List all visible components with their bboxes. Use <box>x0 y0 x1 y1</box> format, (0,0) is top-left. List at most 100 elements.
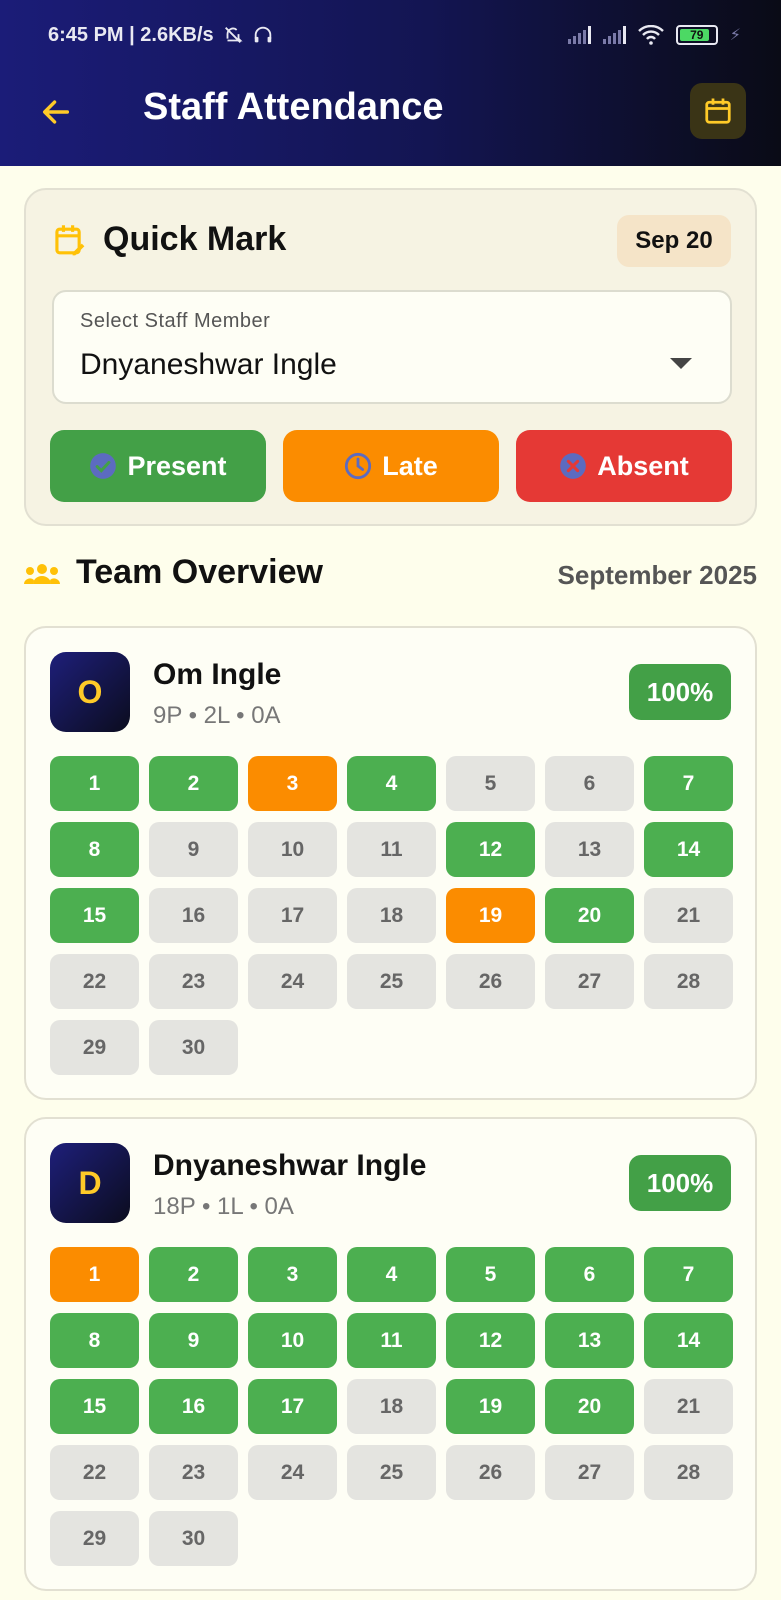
check-circle-icon <box>90 453 117 479</box>
day-cell-none[interactable]: 13 <box>545 822 634 877</box>
headphones-icon <box>254 26 271 43</box>
day-cell-present[interactable]: 2 <box>149 1247 238 1302</box>
day-cell-present[interactable]: 5 <box>446 1247 535 1302</box>
day-cell-none[interactable]: 24 <box>248 1445 337 1500</box>
attendance-grid: 1 2 3 4 5 6 7 8 9 10 11 12 13 14 15 16 17 18 19 20 21 22 23 24 2… <box>50 1247 733 1566</box>
day-cell-late[interactable]: 1 <box>50 1247 139 1302</box>
app-header: 6:45 PM | 2.6KB/s 79 ⚡ Staff Attendance <box>0 0 781 166</box>
day-cell-present[interactable]: 17 <box>248 1379 337 1434</box>
day-cell-present[interactable]: 10 <box>248 1313 337 1368</box>
date-badge: Sep 20 <box>617 215 731 267</box>
day-cell-present[interactable]: 3 <box>248 1247 337 1302</box>
day-cell-present[interactable]: 15 <box>50 1379 139 1434</box>
staff-name: Dnyaneshwar Ingle <box>153 1149 427 1182</box>
day-cell-none[interactable]: 27 <box>545 1445 634 1500</box>
day-cell-none[interactable]: 6 <box>545 756 634 811</box>
day-cell-none[interactable]: 23 <box>149 954 238 1009</box>
day-cell-present[interactable]: 1 <box>50 756 139 811</box>
mark-present-label: Present <box>127 450 227 481</box>
attendance-percent-badge: 100% <box>629 664 731 720</box>
staff-summary: 18P • 1L • 0A <box>153 1193 294 1220</box>
mark-late-button[interactable]: Late <box>283 430 499 502</box>
day-cell-none[interactable]: 18 <box>347 888 436 943</box>
day-cell-none[interactable]: 5 <box>446 756 535 811</box>
mute-bell-icon <box>224 27 243 43</box>
day-cell-none[interactable]: 28 <box>644 1445 733 1500</box>
day-cell-present[interactable]: 2 <box>149 756 238 811</box>
day-cell-present[interactable]: 7 <box>644 756 733 811</box>
mark-absent-label: Absent <box>597 450 689 481</box>
wifi-icon <box>637 25 664 45</box>
day-cell-none[interactable]: 21 <box>644 1379 733 1434</box>
mark-late-label: Late <box>382 450 438 481</box>
day-cell-none[interactable]: 10 <box>248 822 337 877</box>
day-cell-none[interactable]: 24 <box>248 954 337 1009</box>
page-title: Staff Attendance <box>143 86 444 128</box>
quick-mark-card: Quick Mark Sep 20 Select Staff Member Dn… <box>24 188 757 526</box>
day-cell-none[interactable]: 23 <box>149 1445 238 1500</box>
attendance-percent-badge: 100% <box>629 1155 731 1211</box>
dropdown-caret-icon <box>670 358 692 369</box>
day-cell-present[interactable]: 8 <box>50 822 139 877</box>
staff-summary: 9P • 2L • 0A <box>153 702 281 729</box>
day-cell-present[interactable]: 11 <box>347 1313 436 1368</box>
day-cell-none[interactable]: 22 <box>50 1445 139 1500</box>
day-cell-present[interactable]: 9 <box>149 1313 238 1368</box>
day-cell-none[interactable]: 9 <box>149 822 238 877</box>
mark-absent-button[interactable]: Absent <box>516 430 732 502</box>
day-cell-none[interactable]: 21 <box>644 888 733 943</box>
day-cell-none[interactable]: 26 <box>446 954 535 1009</box>
day-cell-present[interactable]: 16 <box>149 1379 238 1434</box>
day-cell-none[interactable]: 18 <box>347 1379 436 1434</box>
day-cell-none[interactable]: 28 <box>644 954 733 1009</box>
day-cell-none[interactable]: 17 <box>248 888 337 943</box>
staff-card: D Dnyaneshwar Ingle 18P • 1L • 0A 100% 1… <box>24 1117 757 1591</box>
staff-select[interactable]: Select Staff Member Dnyaneshwar Ingle <box>52 290 732 404</box>
cancel-circle-icon <box>560 453 587 479</box>
arrow-left-icon <box>42 100 70 124</box>
status-bar: 6:45 PM | 2.6KB/s 79 ⚡ <box>48 22 741 48</box>
mark-present-button[interactable]: Present <box>50 430 266 502</box>
day-cell-present[interactable]: 13 <box>545 1313 634 1368</box>
day-cell-present[interactable]: 7 <box>644 1247 733 1302</box>
day-cell-none[interactable]: 25 <box>347 954 436 1009</box>
day-cell-none[interactable]: 26 <box>446 1445 535 1500</box>
day-cell-none[interactable]: 29 <box>50 1511 139 1566</box>
staff-select-value: Dnyaneshwar Ingle <box>80 348 337 381</box>
charging-icon: ⚡ <box>729 27 741 44</box>
day-cell-none[interactable]: 30 <box>149 1020 238 1075</box>
signal-icon <box>567 26 591 44</box>
avatar: O <box>50 652 130 732</box>
day-cell-present[interactable]: 15 <box>50 888 139 943</box>
day-cell-present[interactable]: 20 <box>545 888 634 943</box>
day-cell-present[interactable]: 4 <box>347 756 436 811</box>
calendar-button[interactable] <box>690 83 746 139</box>
staff-name: Om Ingle <box>153 658 282 691</box>
day-cell-none[interactable]: 22 <box>50 954 139 1009</box>
day-cell-present[interactable]: 6 <box>545 1247 634 1302</box>
battery-icon: 79 <box>675 25 718 45</box>
calendar-icon <box>705 98 731 124</box>
day-cell-none[interactable]: 11 <box>347 822 436 877</box>
group-icon <box>24 564 60 584</box>
day-cell-late[interactable]: 3 <box>248 756 337 811</box>
day-cell-present[interactable]: 12 <box>446 1313 535 1368</box>
day-cell-present[interactable]: 20 <box>545 1379 634 1434</box>
day-cell-present[interactable]: 12 <box>446 822 535 877</box>
avatar: D <box>50 1143 130 1223</box>
day-cell-present[interactable]: 8 <box>50 1313 139 1368</box>
back-button[interactable] <box>36 92 76 132</box>
day-cell-none[interactable]: 29 <box>50 1020 139 1075</box>
attendance-grid: 1 2 3 4 5 6 7 8 9 10 11 12 13 14 15 16 17 18 19 20 21 22 23 24 2… <box>50 756 733 1075</box>
day-cell-none[interactable]: 25 <box>347 1445 436 1500</box>
day-cell-present[interactable]: 14 <box>644 822 733 877</box>
day-cell-late[interactable]: 19 <box>446 888 535 943</box>
team-overview-month: September 2025 <box>557 560 757 590</box>
day-cell-present[interactable]: 4 <box>347 1247 436 1302</box>
day-cell-present[interactable]: 14 <box>644 1313 733 1368</box>
day-cell-present[interactable]: 19 <box>446 1379 535 1434</box>
day-cell-none[interactable]: 30 <box>149 1511 238 1566</box>
calendar-edit-icon <box>55 225 85 256</box>
day-cell-none[interactable]: 27 <box>545 954 634 1009</box>
day-cell-none[interactable]: 16 <box>149 888 238 943</box>
